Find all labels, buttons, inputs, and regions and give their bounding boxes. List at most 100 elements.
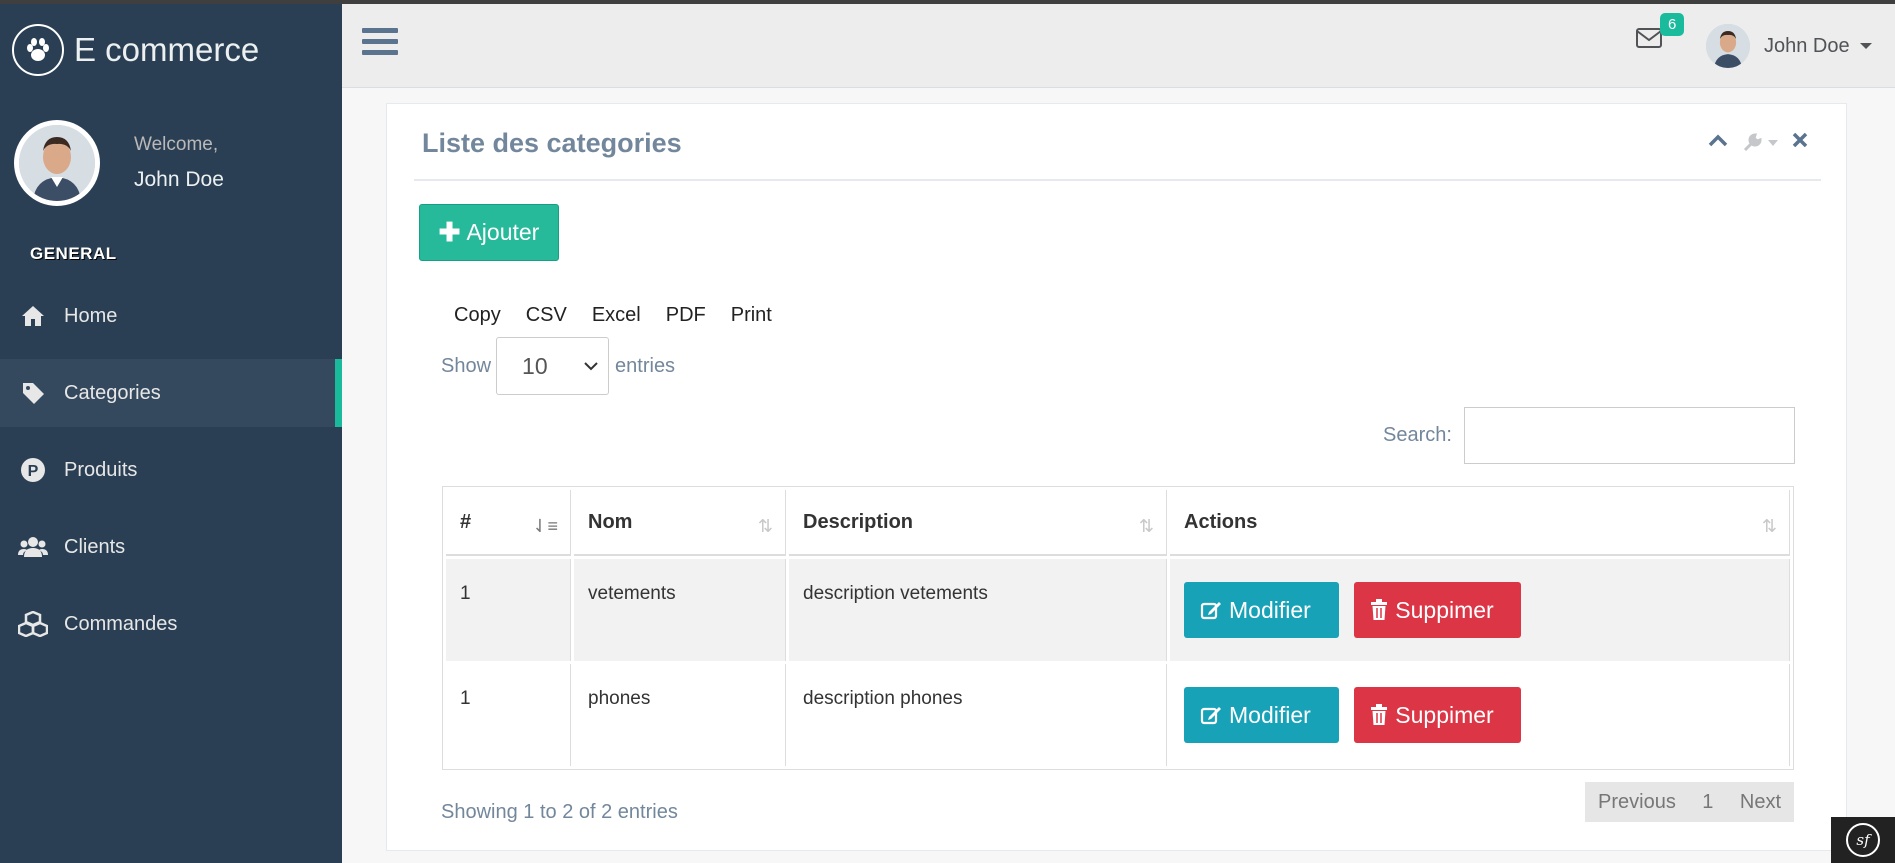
avatar [1706, 24, 1750, 68]
sidebar-item-label: Clients [64, 535, 126, 558]
sidebar: E commerce Welcome, John Doe GENERAL Hom… [0, 4, 342, 863]
cell-id: 1 [446, 559, 571, 661]
sidebar-item-categories[interactable]: Categories [0, 359, 342, 427]
entries-select[interactable]: 10 [496, 337, 610, 395]
panel-tools [1708, 132, 1808, 153]
cell-actions: Modifier Suppimer [1170, 559, 1790, 661]
add-button-label: Ajouter [466, 219, 540, 245]
plus-icon: ✚ [438, 217, 461, 247]
excel-button[interactable]: Excel [592, 304, 641, 327]
menu-toggle-icon[interactable] [362, 28, 398, 64]
sidebar-menu: Home Categories P Produits Clients Comma… [0, 282, 342, 667]
entries-length: Show 10 entries [441, 337, 675, 395]
caret-down-icon [1859, 43, 1872, 49]
sort-icon: ⇅ [757, 516, 773, 536]
column-header-nom[interactable]: Nom ⇅ [574, 490, 786, 556]
sidebar-item-home[interactable]: Home [0, 282, 342, 350]
entries-label: entries [615, 354, 676, 377]
search-input[interactable] [1463, 407, 1795, 464]
column-header-label: Nom [588, 510, 633, 533]
panel-divider [414, 179, 1821, 181]
table-row: 1 phones description phones Modifier Sup… [446, 664, 1790, 766]
pagination: Previous 1 Next [1585, 782, 1794, 822]
delete-button-label: Suppimer [1395, 701, 1494, 728]
table-info: Showing 1 to 2 of 2 entries [441, 801, 678, 823]
sidebar-item-clients[interactable]: Clients [0, 513, 342, 581]
sort-icon: ⇅ [1138, 516, 1154, 536]
brand[interactable]: E commerce [12, 24, 259, 76]
delete-button[interactable]: Suppimer [1354, 687, 1522, 743]
user-name: John Doe [1764, 34, 1850, 57]
trash-icon [1370, 599, 1388, 621]
edit-button-label: Modifier [1229, 596, 1311, 623]
cell-description: description phones [789, 664, 1167, 766]
print-button[interactable]: Print [731, 304, 772, 327]
export-buttons: Copy CSV Excel PDF Print [454, 304, 772, 327]
column-header-label: # [460, 510, 472, 533]
profile: Welcome, John Doe [14, 120, 224, 206]
next-button[interactable]: Next [1740, 791, 1781, 814]
edit-icon [1200, 599, 1222, 621]
symfony-toolbar-toggle[interactable]: sf [1831, 817, 1895, 863]
search-box: Search: [1383, 407, 1795, 464]
table-row: 1 vetements description vetements Modifi… [446, 559, 1790, 661]
show-label: Show [441, 354, 492, 377]
delete-button-label: Suppimer [1395, 596, 1494, 623]
cell-nom: phones [574, 664, 786, 766]
cell-id: 1 [446, 664, 571, 766]
column-header-actions[interactable]: Actions ⇅ [1170, 490, 1790, 556]
svg-text:P: P [28, 463, 39, 480]
column-header-label: Actions [1184, 510, 1258, 533]
pdf-button[interactable]: PDF [666, 304, 706, 327]
sidebar-item-label: Categories [64, 381, 161, 404]
column-header-id[interactable]: # ⇃≡ [446, 490, 571, 556]
sidebar-item-label: Commandes [64, 612, 178, 635]
user-menu[interactable]: John Doe [1706, 24, 1872, 68]
avatar [14, 120, 100, 206]
brand-title: E commerce [74, 31, 260, 68]
csv-button[interactable]: CSV [526, 304, 567, 327]
sidebar-item-commandes[interactable]: Commandes [0, 590, 342, 658]
profile-name: John Doe [134, 168, 224, 191]
edit-button[interactable]: Modifier [1184, 582, 1339, 638]
delete-button[interactable]: Suppimer [1354, 582, 1522, 638]
close-icon[interactable] [1792, 132, 1808, 153]
entries-select-value: 10 [522, 352, 548, 379]
wrench-icon[interactable] [1742, 132, 1778, 153]
mail-count-badge: 6 [1660, 13, 1685, 36]
edit-button[interactable]: Modifier [1184, 687, 1339, 743]
copy-button[interactable]: Copy [454, 304, 501, 327]
chevron-down-icon [584, 361, 598, 370]
sidebar-section-general: GENERAL [30, 244, 117, 263]
categories-table: # ⇃≡ Nom ⇅ Description ⇅ Actions ⇅ 1 vet… [442, 486, 1794, 770]
cell-description: description vetements [789, 559, 1167, 661]
sidebar-item-produits[interactable]: P Produits [0, 436, 342, 504]
parking-icon: P [18, 455, 48, 485]
page-1-button[interactable]: 1 [1702, 791, 1713, 814]
trash-icon [1370, 704, 1388, 726]
add-category-button[interactable]: ✚ Ajouter [419, 204, 559, 261]
symfony-logo-icon: sf [1846, 823, 1880, 857]
page-title: Liste des categories [422, 128, 682, 158]
chevron-up-icon[interactable] [1708, 133, 1728, 152]
cubes-icon [18, 609, 48, 639]
search-label: Search: [1383, 424, 1452, 446]
edit-button-label: Modifier [1229, 701, 1311, 728]
edit-icon [1200, 704, 1222, 726]
tag-icon [18, 378, 48, 408]
home-icon [18, 301, 48, 331]
sort-asc-icon: ⇃≡ [532, 516, 558, 536]
top-nav: 6 John Doe [342, 4, 1895, 88]
cell-nom: vetements [574, 559, 786, 661]
sidebar-item-label: Home [64, 304, 118, 327]
column-header-description[interactable]: Description ⇅ [789, 490, 1167, 556]
column-header-label: Description [803, 510, 914, 533]
categories-panel: Liste des categories ✚ Ajouter Copy CSV … [386, 103, 1847, 851]
sort-icon: ⇅ [1761, 516, 1777, 536]
cell-actions: Modifier Suppimer [1170, 664, 1790, 766]
sidebar-item-label: Produits [64, 458, 138, 481]
previous-button[interactable]: Previous [1598, 791, 1676, 814]
welcome-text: Welcome, [134, 134, 219, 155]
users-icon [18, 532, 48, 562]
paw-icon [12, 24, 64, 76]
